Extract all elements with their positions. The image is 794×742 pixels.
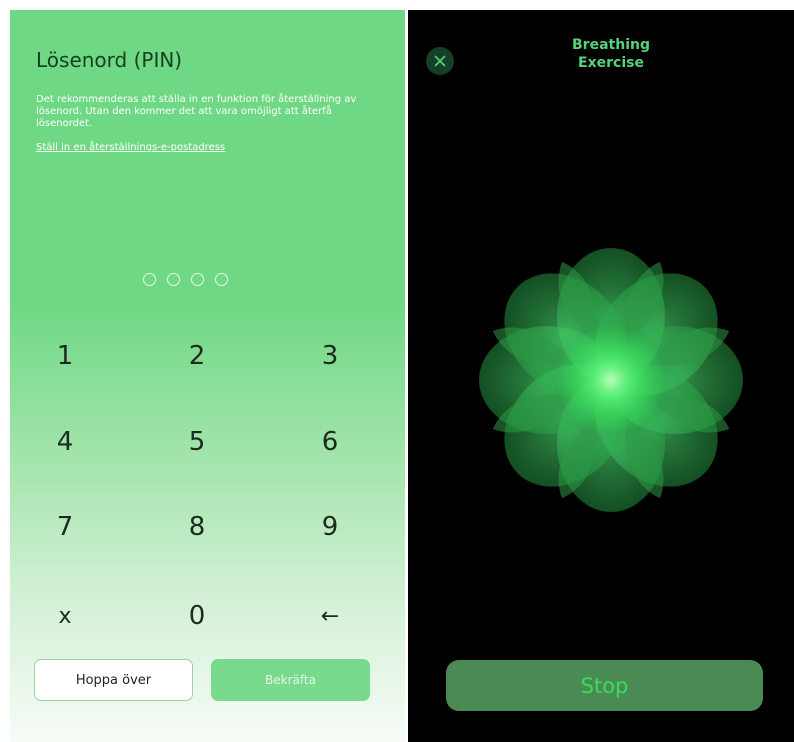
breathing-screen: Breathing Exercise Stop bbox=[408, 10, 794, 742]
key-9[interactable]: 9 bbox=[300, 502, 360, 552]
title-line-1: Breathing bbox=[572, 37, 650, 53]
key-4[interactable]: 4 bbox=[35, 417, 95, 467]
key-7[interactable]: 7 bbox=[35, 502, 95, 552]
key-clear[interactable]: x bbox=[35, 591, 95, 641]
backspace-icon[interactable]: ← bbox=[300, 591, 360, 641]
pin-description: Det rekommenderas att ställa in en funkt… bbox=[36, 94, 357, 129]
confirm-button[interactable]: Bekräfta bbox=[211, 659, 370, 701]
page-title: Lösenord (PIN) bbox=[36, 48, 183, 72]
breathing-flower-graphic bbox=[479, 248, 743, 512]
screen-title: Breathing Exercise bbox=[551, 36, 671, 72]
key-2[interactable]: 2 bbox=[167, 331, 227, 381]
close-icon bbox=[434, 55, 446, 67]
key-0[interactable]: 0 bbox=[167, 591, 227, 641]
pin-dot bbox=[143, 273, 156, 286]
flower-core-glow bbox=[556, 325, 666, 435]
skip-button[interactable]: Hoppa över bbox=[34, 659, 193, 701]
key-8[interactable]: 8 bbox=[167, 502, 227, 552]
close-button[interactable] bbox=[426, 47, 454, 75]
pin-screen: Lösenord (PIN) Det rekommenderas att stä… bbox=[10, 10, 405, 742]
key-3[interactable]: 3 bbox=[300, 331, 360, 381]
set-recovery-email-link[interactable]: Ställ in en återställnings-e-postadress bbox=[36, 142, 225, 153]
title-line-2: Exercise bbox=[578, 55, 644, 71]
key-1[interactable]: 1 bbox=[35, 331, 95, 381]
key-5[interactable]: 5 bbox=[167, 417, 227, 467]
pin-dot bbox=[167, 273, 180, 286]
pin-indicator bbox=[143, 273, 228, 286]
stop-button[interactable]: Stop bbox=[446, 660, 763, 711]
pin-dot bbox=[215, 273, 228, 286]
key-6[interactable]: 6 bbox=[300, 417, 360, 467]
pin-dot bbox=[191, 273, 204, 286]
